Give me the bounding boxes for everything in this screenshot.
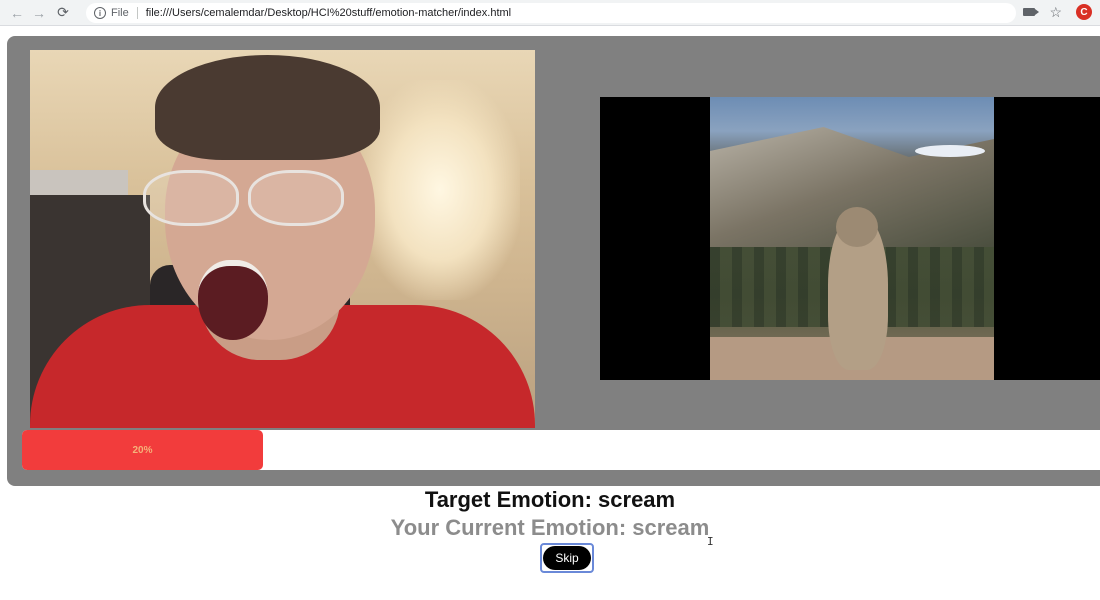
star-icon[interactable]: ☆ xyxy=(1049,5,1062,19)
skip-button[interactable]: Skip xyxy=(540,543,594,573)
progress-label: 20% xyxy=(132,444,153,456)
url-text[interactable]: file:///Users/cemalemdar/Desktop/HCI%20s… xyxy=(146,7,511,19)
browser-toolbar: ← → ⟳ i File file:///Users/cemalemdar/De… xyxy=(0,0,1100,26)
marmot-gif xyxy=(710,97,994,380)
camera-icon[interactable] xyxy=(1023,8,1040,16)
wall-light xyxy=(360,80,520,300)
progress-fill: 20% xyxy=(22,430,263,470)
glasses-lens-right xyxy=(248,170,344,226)
profile-avatar[interactable]: C xyxy=(1076,4,1092,20)
current-emotion-label: Your Current Emotion: scream xyxy=(390,515,710,540)
snow-patch xyxy=(915,145,985,157)
game-panel: 20% xyxy=(7,36,1100,486)
reload-icon[interactable]: ⟳ xyxy=(52,2,74,24)
target-emotion-label: Target Emotion: scream xyxy=(424,487,676,512)
webcam-feed xyxy=(30,50,535,428)
glasses-lens-left xyxy=(143,170,239,226)
info-icon[interactable]: i xyxy=(94,7,106,19)
progress-bar: 20% xyxy=(22,430,1100,470)
marmot-head xyxy=(836,207,878,247)
skip-button-label: Skip xyxy=(543,546,591,570)
back-arrow-icon[interactable]: ← xyxy=(6,2,28,24)
url-separator xyxy=(136,7,138,19)
address-bar[interactable]: i File file:///Users/cemalemdar/Desktop/… xyxy=(86,3,1016,23)
target-emotion-video xyxy=(600,97,1100,380)
forward-arrow-icon[interactable]: → xyxy=(28,2,50,24)
text-cursor-icon: I xyxy=(707,535,714,548)
person-glasses xyxy=(138,170,348,226)
person-mouth xyxy=(198,260,268,340)
person-hair xyxy=(155,55,380,160)
url-scheme-label: File xyxy=(111,7,129,19)
toolbar-right-icons: ☆ C xyxy=(1023,4,1092,20)
